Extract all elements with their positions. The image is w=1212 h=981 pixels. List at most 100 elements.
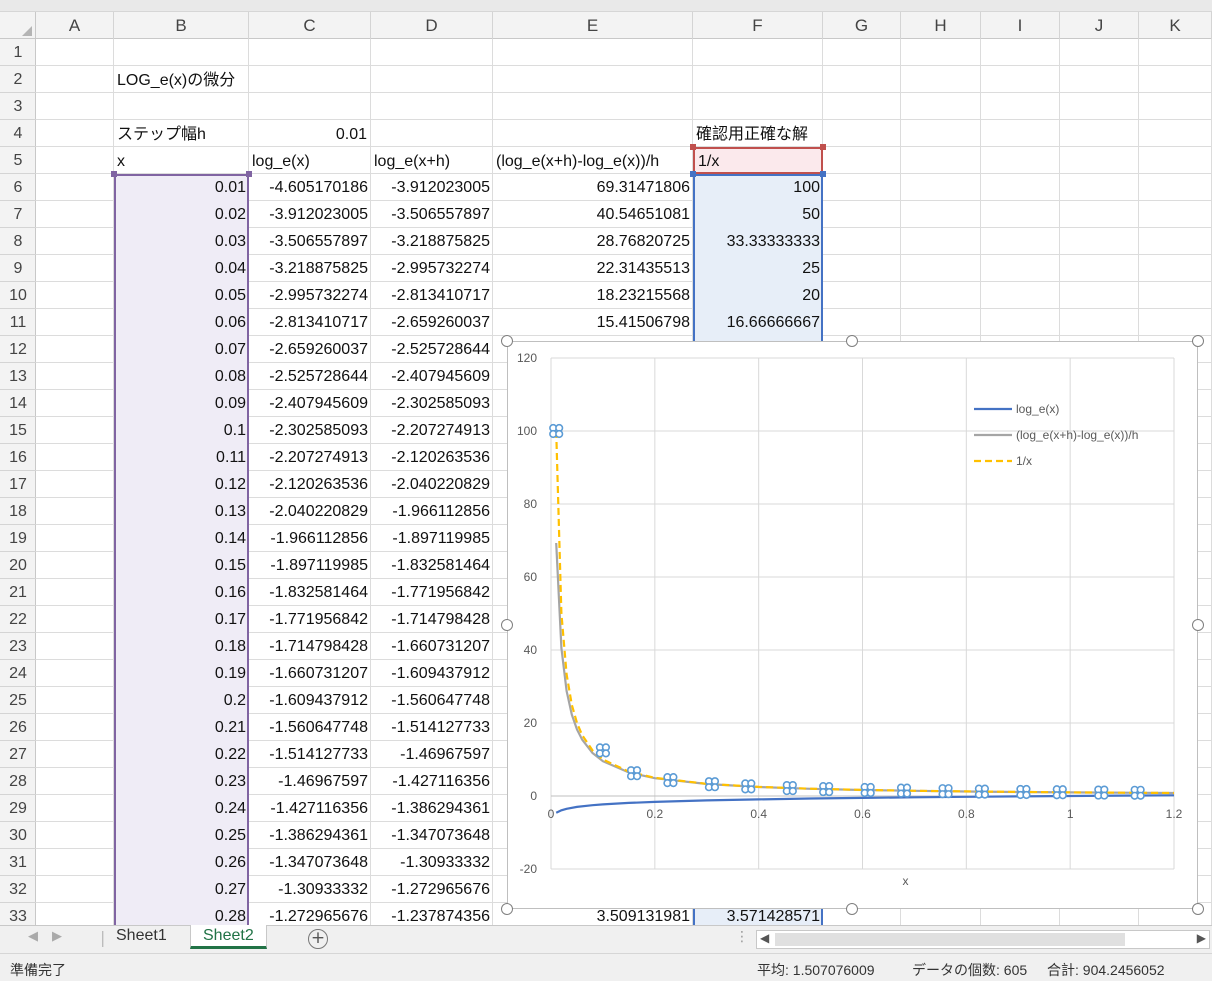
cell-e9[interactable]: 22.31435513: [493, 255, 693, 282]
cell-c25[interactable]: -1.609437912: [249, 687, 371, 714]
cell-d29[interactable]: -1.386294361: [371, 795, 493, 822]
cell-b23[interactable]: 0.18: [114, 633, 249, 660]
cell-d32[interactable]: -1.272965676: [371, 876, 493, 903]
cell-d16[interactable]: -2.120263536: [371, 444, 493, 471]
cell-d17[interactable]: -2.040220829: [371, 471, 493, 498]
column-header-d[interactable]: D: [371, 12, 493, 39]
cell-c9[interactable]: -3.218875825: [249, 255, 371, 282]
cell-d27[interactable]: -1.46967597: [371, 741, 493, 768]
cell-c10[interactable]: -2.995732274: [249, 282, 371, 309]
cell-b5-header-x[interactable]: x: [114, 148, 249, 175]
cell-d20[interactable]: -1.832581464: [371, 552, 493, 579]
cell-d5-header-logh[interactable]: log_e(x+h): [371, 148, 492, 175]
cell-e7[interactable]: 40.54651081: [493, 201, 693, 228]
cell-d23[interactable]: -1.660731207: [371, 633, 493, 660]
cell-d7[interactable]: -3.506557897: [371, 201, 493, 228]
cell-e5-header-diff[interactable]: (log_e(x+h)-log_e(x))/h: [493, 148, 693, 175]
cell-c27[interactable]: -1.514127733: [249, 741, 371, 768]
cell-c22[interactable]: -1.771956842: [249, 606, 371, 633]
cell-c4-step-value[interactable]: 0.01: [249, 121, 370, 148]
cell-d14[interactable]: -2.302585093: [371, 390, 493, 417]
column-header-b[interactable]: B: [114, 12, 249, 39]
cell-c8[interactable]: -3.506557897: [249, 228, 371, 255]
chart-resize-handle[interactable]: [846, 335, 858, 347]
cell-d8[interactable]: -3.218875825: [371, 228, 493, 255]
cell-b26[interactable]: 0.21: [114, 714, 249, 741]
column-header-h[interactable]: H: [901, 12, 981, 39]
select-all-corner[interactable]: [0, 12, 36, 39]
cell-c29[interactable]: -1.427116356: [249, 795, 371, 822]
cell-d21[interactable]: -1.771956842: [371, 579, 493, 606]
chart-resize-handle[interactable]: [1192, 619, 1204, 631]
cell-c31[interactable]: -1.347073648: [249, 849, 371, 876]
cell-d33[interactable]: -1.237874356: [371, 903, 493, 925]
cell-d28[interactable]: -1.427116356: [371, 768, 493, 795]
column-header-j[interactable]: J: [1060, 12, 1139, 39]
cell-d11[interactable]: -2.659260037: [371, 309, 493, 336]
cell-c30[interactable]: -1.386294361: [249, 822, 371, 849]
cell-c12[interactable]: -2.659260037: [249, 336, 371, 363]
cell-c21[interactable]: -1.832581464: [249, 579, 371, 606]
cell-d18[interactable]: -1.966112856: [371, 498, 493, 525]
cell-b27[interactable]: 0.22: [114, 741, 249, 768]
cell-d10[interactable]: -2.813410717: [371, 282, 493, 309]
cell-d19[interactable]: -1.897119985: [371, 525, 493, 552]
cell-b16[interactable]: 0.11: [114, 444, 249, 471]
cell-b22[interactable]: 0.17: [114, 606, 249, 633]
cell-d13[interactable]: -2.407945609: [371, 363, 493, 390]
cell-c15[interactable]: -2.302585093: [249, 417, 371, 444]
cell-f11[interactable]: 16.66666667: [693, 309, 823, 336]
cell-c24[interactable]: -1.660731207: [249, 660, 371, 687]
cell-f5-header-inv[interactable]: 1/x: [695, 148, 821, 175]
cell-b32[interactable]: 0.27: [114, 876, 249, 903]
cell-b6[interactable]: 0.01: [114, 174, 249, 201]
cell-c6[interactable]: -4.605170186: [249, 174, 371, 201]
chart-resize-handle[interactable]: [1192, 903, 1204, 915]
tab-scroll-right-icon[interactable]: ▶: [52, 929, 62, 944]
cell-c13[interactable]: -2.525728644: [249, 363, 371, 390]
cell-c33[interactable]: -1.272965676: [249, 903, 371, 925]
cell-b8[interactable]: 0.03: [114, 228, 249, 255]
cell-b31[interactable]: 0.26: [114, 849, 249, 876]
column-header-f[interactable]: F: [693, 12, 823, 39]
cell-b2-title[interactable]: LOG_e(x)の微分: [114, 67, 254, 94]
cell-b10[interactable]: 0.05: [114, 282, 249, 309]
cell-c11[interactable]: -2.813410717: [249, 309, 371, 336]
chart-object[interactable]: 0 0.2 0.4 0.6 0.8 1 1.2 -20 0 20 40 60 80 100 120 x log_…: [507, 341, 1198, 909]
cell-c14[interactable]: -2.407945609: [249, 390, 371, 417]
chart-resize-handle[interactable]: [846, 903, 858, 915]
column-header-k[interactable]: K: [1139, 12, 1212, 39]
scrollbar-thumb[interactable]: [775, 933, 1125, 946]
cell-b14[interactable]: 0.09: [114, 390, 249, 417]
cell-b20[interactable]: 0.15: [114, 552, 249, 579]
cell-f10[interactable]: 20: [693, 282, 823, 309]
scroll-left-icon[interactable]: ◀: [760, 931, 769, 945]
add-sheet-icon[interactable]: +: [308, 929, 328, 949]
cell-d22[interactable]: -1.714798428: [371, 606, 493, 633]
cell-b24[interactable]: 0.19: [114, 660, 249, 687]
cell-c16[interactable]: -2.207274913: [249, 444, 371, 471]
cell-b17[interactable]: 0.12: [114, 471, 249, 498]
cell-c18[interactable]: -2.040220829: [249, 498, 371, 525]
cell-f8[interactable]: 33.33333333: [693, 228, 823, 255]
cell-b13[interactable]: 0.08: [114, 363, 249, 390]
tab-sheet2[interactable]: Sheet2: [190, 925, 267, 949]
cell-d6[interactable]: -3.912023005: [371, 174, 493, 201]
cell-c32[interactable]: -1.30933332: [249, 876, 371, 903]
horizontal-scrollbar[interactable]: ◀ ▶: [756, 930, 1210, 949]
cell-e8[interactable]: 28.76820725: [493, 228, 693, 255]
cell-c5-header-log[interactable]: log_e(x): [249, 148, 370, 175]
cell-d15[interactable]: -2.207274913: [371, 417, 493, 444]
column-header-e[interactable]: E: [493, 12, 693, 39]
cell-d31[interactable]: -1.30933332: [371, 849, 493, 876]
cell-b7[interactable]: 0.02: [114, 201, 249, 228]
cell-b15[interactable]: 0.1: [114, 417, 249, 444]
cell-b33[interactable]: 0.28: [114, 903, 249, 925]
cell-b12[interactable]: 0.07: [114, 336, 249, 363]
cell-c17[interactable]: -2.120263536: [249, 471, 371, 498]
cell-d26[interactable]: -1.514127733: [371, 714, 493, 741]
cell-d24[interactable]: -1.609437912: [371, 660, 493, 687]
cell-b18[interactable]: 0.13: [114, 498, 249, 525]
tab-sheet1[interactable]: Sheet1: [104, 925, 179, 949]
cell-b4-step-label[interactable]: ステップ幅h: [114, 121, 249, 148]
